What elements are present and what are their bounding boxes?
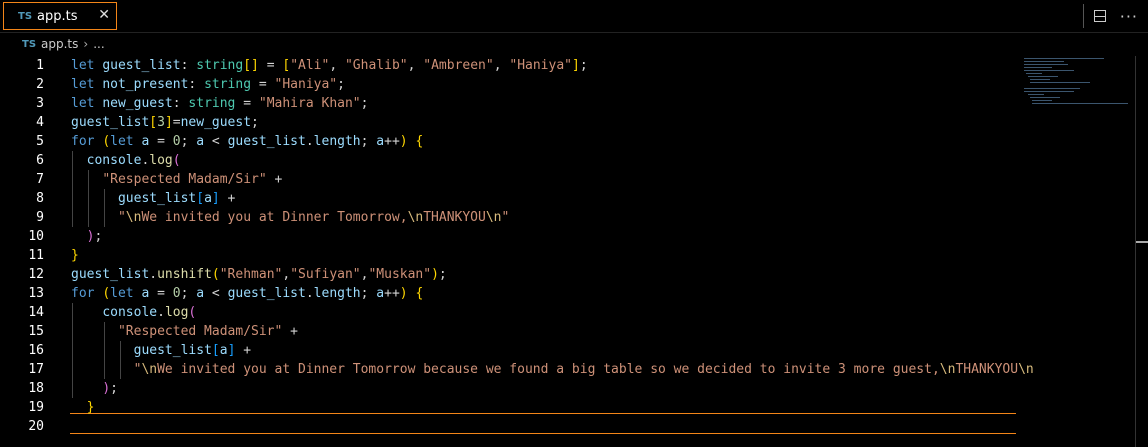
tab-bar: TS app.ts ✕ ··· (0, 0, 1148, 33)
code-line: 12 guest_list.unshift("Rehman","Sufiyan",… (0, 265, 1016, 284)
line-number: 5 (36, 134, 44, 149)
vertical-scrollbar[interactable] (1135, 56, 1148, 447)
code-line: 15 "Respected Madam/Sir" + (0, 322, 1016, 341)
breadcrumb-more[interactable]: ... (93, 37, 104, 51)
line-number: 11 (28, 248, 44, 263)
code-line: 6 console.log( (0, 151, 1016, 170)
code-line: 3 let new_guest: string = "Mahira Khan"; (0, 94, 1016, 113)
code-line: 13 for (let a = 0; a < guest_list.length;… (0, 284, 1016, 303)
line-number: 2 (36, 77, 44, 92)
chevron-right-icon: › (83, 37, 89, 51)
code-text: let guest_list: string[] = ["Ali", "Ghal… (71, 58, 588, 73)
code-text: } (71, 248, 79, 263)
line-number: 9 (36, 210, 44, 225)
line-number: 14 (28, 305, 44, 320)
divider (1082, 4, 1084, 28)
line-number: 20 (28, 419, 44, 434)
code-text: } (86, 400, 95, 415)
line-number: 16 (28, 343, 44, 358)
typescript-icon: TS (18, 10, 33, 22)
code-line: 9 "\nWe invited you at Dinner Tomorrow,\… (0, 208, 1016, 227)
more-actions-icon[interactable]: ··· (1120, 7, 1138, 26)
breadcrumb: TS app.ts › ... (0, 34, 105, 54)
line-number: 6 (36, 153, 44, 168)
line-number: 12 (28, 267, 44, 282)
line-number: 13 (28, 286, 44, 301)
code-text: "\nWe invited you at Dinner Tomorrow bec… (133, 362, 1034, 377)
line-number: 4 (36, 115, 44, 130)
code-line: 5 for (let a = 0; a < guest_list.length; … (0, 132, 1016, 151)
code-line: 7 "Respected Madam/Sir" + (0, 170, 1016, 189)
line-number: 3 (36, 96, 44, 111)
line-number: 7 (36, 172, 44, 187)
code-text: guest_list[3]=new_guest; (71, 115, 259, 130)
code-text: for (let a = 0; a < guest_list.length; a… (71, 286, 424, 301)
code-text: ); (102, 381, 118, 396)
code-text: "\nWe invited you at Dinner Tomorrow,\nT… (117, 210, 510, 225)
line-number: 15 (28, 324, 44, 339)
minimap[interactable] (1020, 56, 1130, 116)
code-text: console.log( (102, 305, 197, 320)
code-line: 8 guest_list[a] + (0, 189, 1016, 208)
line-number: 1 (36, 58, 44, 73)
editor-actions: ··· (1082, 4, 1138, 28)
split-editor-icon[interactable] (1093, 10, 1106, 22)
code-line: 20 (0, 417, 1016, 436)
code-line: 18 ); (0, 379, 1016, 398)
code-line: 2 let not_present: string = "Haniya"; (0, 75, 1016, 94)
code-text: ); (86, 229, 103, 244)
code-text: guest_list[a] + (117, 191, 236, 206)
code-text: guest_list[a] + (133, 343, 252, 358)
code-line: 16 guest_list[a] + (0, 341, 1016, 360)
typescript-icon: TS (22, 38, 37, 50)
code-text: "Respected Madam/Sir" + (117, 324, 298, 339)
line-number: 18 (28, 381, 44, 396)
line-number: 10 (28, 229, 44, 244)
code-text: console.log( (86, 153, 181, 168)
code-line: 4 guest_list[3]=new_guest; (0, 113, 1016, 132)
code-text: "Respected Madam/Sir" + (102, 172, 283, 187)
code-line: 10 ); (0, 227, 1016, 246)
code-editor[interactable]: 1 let guest_list: string[] = ["Ali", "Gha… (0, 56, 1148, 447)
scrollbar-thumb[interactable] (1136, 241, 1148, 243)
breadcrumb-file[interactable]: app.ts (41, 37, 78, 51)
code-text: for (let a = 0; a < guest_list.length; a… (71, 134, 424, 149)
code-text: let new_guest: string = "Mahira Khan"; (71, 96, 369, 111)
code-text: guest_list.unshift("Rehman","Sufiyan","M… (71, 267, 447, 282)
code-line: 19 } (0, 398, 1016, 417)
line-number: 19 (28, 400, 44, 415)
code-line: 1 let guest_list: string[] = ["Ali", "Gha… (0, 56, 1016, 75)
close-icon[interactable]: ✕ (98, 7, 110, 23)
code-text: let not_present: string = "Haniya"; (71, 77, 345, 92)
line-number: 17 (28, 362, 44, 377)
code-line: 14 console.log( (0, 303, 1016, 322)
code-line: 11} (0, 246, 1016, 265)
tab-label: app.ts (37, 8, 78, 24)
tab-app-ts[interactable]: TS app.ts ✕ (3, 2, 117, 30)
code-line: 17 "\nWe invited you at Dinner Tomorrow … (0, 360, 1033, 379)
line-number: 8 (36, 191, 44, 206)
